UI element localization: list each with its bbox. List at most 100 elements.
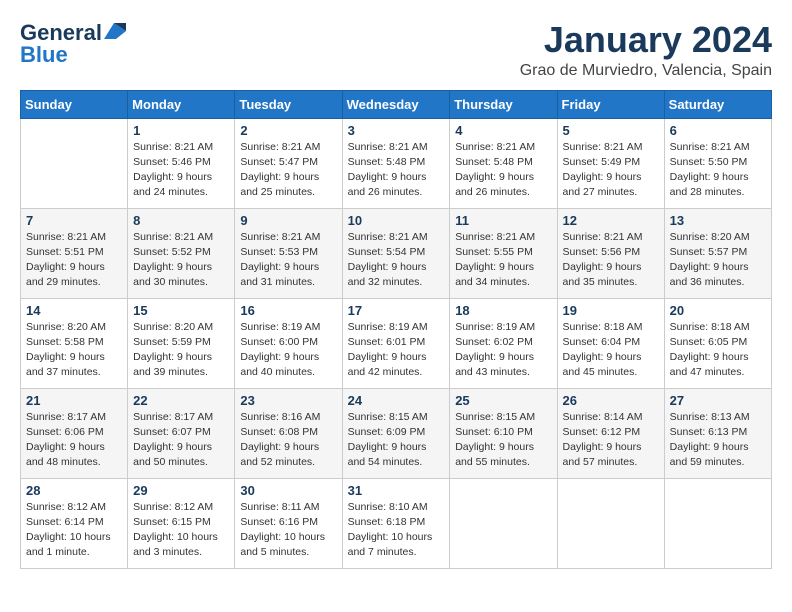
day-info: Sunrise: 8:21 AMSunset: 5:56 PMDaylight:… [563, 230, 659, 291]
day-number: 20 [670, 303, 766, 318]
day-info: Sunrise: 8:15 AMSunset: 6:09 PMDaylight:… [348, 410, 445, 471]
calendar-empty-cell [21, 118, 128, 208]
calendar-day-2: 2Sunrise: 8:21 AMSunset: 5:47 PMDaylight… [235, 118, 342, 208]
day-info: Sunrise: 8:17 AMSunset: 6:07 PMDaylight:… [133, 410, 229, 471]
day-number: 17 [348, 303, 445, 318]
calendar-day-29: 29 Sunrise: 8:12 AMSunset: 6:15 PMDayligh… [128, 478, 235, 568]
day-info: Sunrise: 8:21 AMSunset: 5:48 PMDaylight:… [455, 140, 551, 201]
day-number: 8 [133, 213, 229, 228]
location-subtitle: Grao de Murviedro, Valencia, Spain [520, 62, 772, 80]
weekday-header-sunday: Sunday [21, 90, 128, 118]
day-number: 14 [26, 303, 122, 318]
day-number: 10 [348, 213, 445, 228]
calendar-day-5: 5 Sunrise: 8:21 AMSunset: 5:49 PMDaylight… [557, 118, 664, 208]
calendar-day-26: 26Sunrise: 8:14 AMSunset: 6:12 PMDayligh… [557, 388, 664, 478]
calendar-day-4: 4 Sunrise: 8:21 AMSunset: 5:48 PMDaylight… [450, 118, 557, 208]
calendar-day-15: 15Sunrise: 8:20 AMSunset: 5:59 PMDayligh… [128, 298, 235, 388]
day-number: 23 [240, 393, 336, 408]
day-number: 13 [670, 213, 766, 228]
calendar-day-28: 28 Sunrise: 8:12 AMSunset: 6:14 PMDayligh… [21, 478, 128, 568]
day-number: 4 [455, 123, 551, 138]
weekday-header-tuesday: Tuesday [235, 90, 342, 118]
calendar-day-22: 22 Sunrise: 8:17 AMSunset: 6:07 PMDayligh… [128, 388, 235, 478]
day-info: Sunrise: 8:19 AMSunset: 6:01 PMDaylight:… [348, 320, 445, 381]
day-number: 30 [240, 483, 336, 498]
calendar-day-23: 23 Sunrise: 8:16 AMSunset: 6:08 PMDayligh… [235, 388, 342, 478]
calendar-day-30: 30Sunrise: 8:11 AMSunset: 6:16 PMDayligh… [235, 478, 342, 568]
title-block: January 2024 Grao de Murviedro, Valencia… [520, 20, 772, 80]
weekday-header-monday: Monday [128, 90, 235, 118]
day-info: Sunrise: 8:16 AMSunset: 6:08 PMDaylight:… [240, 410, 336, 471]
day-number: 12 [563, 213, 659, 228]
day-number: 22 [133, 393, 229, 408]
day-info: Sunrise: 8:15 AMSunset: 6:10 PMDaylight:… [455, 410, 551, 471]
calendar-day-3: 3Sunrise: 8:21 AMSunset: 5:48 PMDaylight… [342, 118, 450, 208]
calendar-day-21: 21 Sunrise: 8:17 AMSunset: 6:06 PMDayligh… [21, 388, 128, 478]
day-info: Sunrise: 8:21 AMSunset: 5:46 PMDaylight:… [133, 140, 229, 201]
day-info: Sunrise: 8:17 AMSunset: 6:06 PMDaylight:… [26, 410, 122, 471]
weekday-header-friday: Friday [557, 90, 664, 118]
day-info: Sunrise: 8:12 AMSunset: 6:15 PMDaylight:… [133, 500, 229, 561]
day-info: Sunrise: 8:10 AMSunset: 6:18 PMDaylight:… [348, 500, 445, 561]
day-info: Sunrise: 8:19 AMSunset: 6:00 PMDaylight:… [240, 320, 336, 381]
calendar-day-8: 8 Sunrise: 8:21 AMSunset: 5:52 PMDaylight… [128, 208, 235, 298]
day-info: Sunrise: 8:21 AMSunset: 5:54 PMDaylight:… [348, 230, 445, 291]
day-number: 16 [240, 303, 336, 318]
calendar-day-12: 12 Sunrise: 8:21 AMSunset: 5:56 PMDayligh… [557, 208, 664, 298]
day-info: Sunrise: 8:21 AMSunset: 5:52 PMDaylight:… [133, 230, 229, 291]
calendar-day-1: 1 Sunrise: 8:21 AMSunset: 5:46 PMDaylight… [128, 118, 235, 208]
calendar-day-27: 27 Sunrise: 8:13 AMSunset: 6:13 PMDayligh… [664, 388, 771, 478]
day-number: 9 [240, 213, 336, 228]
day-info: Sunrise: 8:19 AMSunset: 6:02 PMDaylight:… [455, 320, 551, 381]
logo-blue: Blue [20, 42, 68, 68]
day-number: 24 [348, 393, 445, 408]
day-info: Sunrise: 8:18 AMSunset: 6:04 PMDaylight:… [563, 320, 659, 381]
day-number: 7 [26, 213, 122, 228]
day-info: Sunrise: 8:14 AMSunset: 6:12 PMDaylight:… [563, 410, 659, 471]
calendar-day-14: 14Sunrise: 8:20 AMSunset: 5:58 PMDayligh… [21, 298, 128, 388]
weekday-header-saturday: Saturday [664, 90, 771, 118]
day-number: 6 [670, 123, 766, 138]
day-number: 15 [133, 303, 229, 318]
day-number: 1 [133, 123, 229, 138]
weekday-header-thursday: Thursday [450, 90, 557, 118]
calendar-day-20: 20 Sunrise: 8:18 AMSunset: 6:05 PMDayligh… [664, 298, 771, 388]
calendar-week-row: 21 Sunrise: 8:17 AMSunset: 6:06 PMDayligh… [21, 388, 772, 478]
day-number: 29 [133, 483, 229, 498]
calendar-day-6: 6 Sunrise: 8:21 AMSunset: 5:50 PMDaylight… [664, 118, 771, 208]
day-number: 28 [26, 483, 122, 498]
weekday-header-wednesday: Wednesday [342, 90, 450, 118]
day-info: Sunrise: 8:21 AMSunset: 5:51 PMDaylight:… [26, 230, 122, 291]
page-header: General Blue January 2024 Grao de Murvie… [20, 20, 772, 80]
month-title: January 2024 [520, 20, 772, 60]
day-number: 27 [670, 393, 766, 408]
day-info: Sunrise: 8:21 AMSunset: 5:53 PMDaylight:… [240, 230, 336, 291]
calendar-day-16: 16 Sunrise: 8:19 AMSunset: 6:00 PMDayligh… [235, 298, 342, 388]
day-info: Sunrise: 8:12 AMSunset: 6:14 PMDaylight:… [26, 500, 122, 561]
day-info: Sunrise: 8:21 AMSunset: 5:48 PMDaylight:… [348, 140, 445, 201]
day-info: Sunrise: 8:18 AMSunset: 6:05 PMDaylight:… [670, 320, 766, 381]
calendar-empty-cell [664, 478, 771, 568]
logo-icon [104, 23, 126, 39]
day-info: Sunrise: 8:13 AMSunset: 6:13 PMDaylight:… [670, 410, 766, 471]
calendar-day-11: 11Sunrise: 8:21 AMSunset: 5:55 PMDayligh… [450, 208, 557, 298]
calendar-week-row: 28 Sunrise: 8:12 AMSunset: 6:14 PMDayligh… [21, 478, 772, 568]
day-number: 31 [348, 483, 445, 498]
calendar-day-17: 17 Sunrise: 8:19 AMSunset: 6:01 PMDayligh… [342, 298, 450, 388]
day-number: 25 [455, 393, 551, 408]
day-number: 21 [26, 393, 122, 408]
calendar-day-9: 9 Sunrise: 8:21 AMSunset: 5:53 PMDaylight… [235, 208, 342, 298]
calendar-week-row: 7 Sunrise: 8:21 AMSunset: 5:51 PMDaylight… [21, 208, 772, 298]
calendar-day-24: 24 Sunrise: 8:15 AMSunset: 6:09 PMDayligh… [342, 388, 450, 478]
calendar-day-7: 7 Sunrise: 8:21 AMSunset: 5:51 PMDaylight… [21, 208, 128, 298]
calendar-empty-cell [450, 478, 557, 568]
day-number: 5 [563, 123, 659, 138]
calendar-day-13: 13 Sunrise: 8:20 AMSunset: 5:57 PMDayligh… [664, 208, 771, 298]
day-info: Sunrise: 8:21 AMSunset: 5:49 PMDaylight:… [563, 140, 659, 201]
day-info: Sunrise: 8:21 AMSunset: 5:50 PMDaylight:… [670, 140, 766, 201]
day-number: 2 [240, 123, 336, 138]
calendar-day-31: 31 Sunrise: 8:10 AMSunset: 6:18 PMDayligh… [342, 478, 450, 568]
calendar-week-row: 14Sunrise: 8:20 AMSunset: 5:58 PMDayligh… [21, 298, 772, 388]
day-info: Sunrise: 8:20 AMSunset: 5:57 PMDaylight:… [670, 230, 766, 291]
calendar-day-18: 18Sunrise: 8:19 AMSunset: 6:02 PMDayligh… [450, 298, 557, 388]
